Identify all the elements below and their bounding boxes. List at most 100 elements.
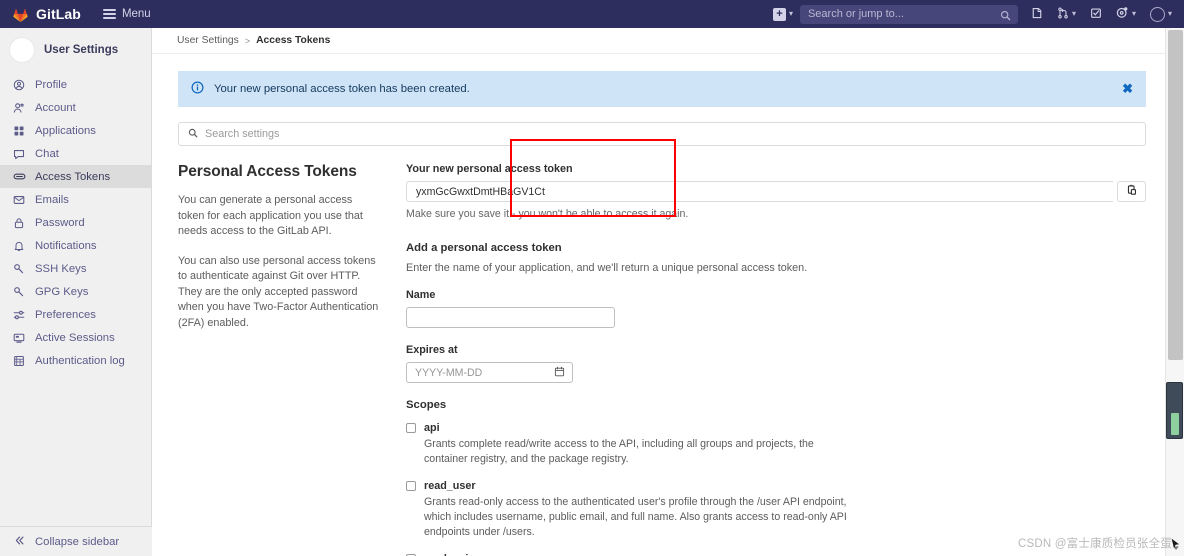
profile-icon [12, 79, 26, 91]
scope-header: read_user [406, 480, 1146, 492]
plus-icon: + [772, 7, 786, 21]
issues-button[interactable] [1024, 0, 1050, 28]
create-new-dropdown[interactable]: + ▾ [766, 0, 800, 28]
scope-header: api [406, 422, 1146, 434]
main-menu-button[interactable]: Menu [102, 8, 151, 20]
intro-paragraph-2: You can also use personal access tokens … [178, 254, 379, 329]
page-scrollbar-thumb[interactable] [1168, 30, 1183, 360]
sidebar-item-gpg-keys[interactable]: GPG Keys [0, 280, 151, 303]
scope-checkbox-api[interactable] [406, 423, 416, 433]
form-column: Your new personal access token yxmGcGwxt… [406, 163, 1146, 556]
monitor-icon [12, 332, 26, 344]
search-icon [1000, 8, 1011, 26]
search-input[interactable]: Search or jump to... [799, 4, 1018, 26]
new-token-section: Your new personal access token yxmGcGwxt… [406, 163, 1146, 220]
scope-item: api Grants complete read/write access to … [406, 422, 1146, 467]
two-column-layout: Personal Access Tokens You can generate … [152, 146, 1165, 556]
inner-scrollbar-thumb[interactable] [1166, 382, 1183, 439]
add-token-section: Add a personal access token Enter the na… [406, 242, 1146, 383]
info-icon [191, 81, 204, 97]
expires-at-field[interactable]: YYYY-MM-DD [406, 362, 573, 383]
breadcrumb-separator: > [244, 35, 251, 46]
chevron-double-left-icon [14, 535, 25, 549]
gitlab-logo-icon [12, 6, 29, 23]
sidebar-item-label: GPG Keys [35, 285, 89, 298]
sidebar-item-label: SSH Keys [35, 262, 87, 275]
sidebar-item-chat[interactable]: Chat [0, 142, 151, 165]
gitlab-brand[interactable]: GitLab [12, 6, 81, 23]
sidebar-item-access-tokens[interactable]: Access Tokens [0, 165, 151, 188]
scope-checkbox-read_user[interactable] [406, 481, 416, 491]
mouse-cursor-icon [1171, 536, 1180, 554]
help-dropdown[interactable]: ▾ [1109, 0, 1143, 28]
scopes-title: Scopes [406, 399, 447, 411]
sidebar-item-preferences[interactable]: Preferences [0, 303, 151, 326]
sidebar-item-account[interactable]: Account [0, 96, 151, 119]
collapse-sidebar-button[interactable]: Collapse sidebar [0, 526, 152, 556]
intro-column: Personal Access Tokens You can generate … [178, 163, 380, 556]
brand-name: GitLab [36, 6, 81, 22]
search-placeholder: Search or jump to... [807, 8, 904, 20]
scope-description: Grants read-only access to the authentic… [424, 496, 847, 538]
success-alert: Your new personal access token has been … [178, 71, 1146, 107]
sidebar-item-label: Applications [35, 124, 96, 137]
user-menu-dropdown[interactable]: ▾ [1143, 0, 1184, 28]
close-icon[interactable]: ✖ [1122, 81, 1133, 97]
sidebar-item-label: Profile [35, 78, 68, 91]
help-icon [1116, 6, 1129, 22]
scope-item: read_user Grants read-only access to the … [406, 480, 1146, 540]
sidebar-item-label: Password [35, 216, 85, 229]
add-token-title: Add a personal access token [406, 242, 562, 254]
sidebar-item-applications[interactable]: Applications [0, 119, 151, 142]
bell-icon [12, 240, 26, 252]
calendar-icon[interactable] [554, 364, 565, 382]
breadcrumb-parent[interactable]: User Settings [177, 35, 239, 46]
new-token-row: yxmGcGwxtDmtHBaGV1Ct [406, 181, 1146, 202]
page-scrollbar[interactable] [1165, 28, 1184, 556]
sidebar-item-authentication-log[interactable]: Authentication log [0, 349, 151, 372]
breadcrumb: User Settings > Access Tokens [152, 28, 1165, 54]
chevron-down-icon: ▾ [788, 9, 793, 18]
sidebar-item-label: Emails [35, 193, 69, 206]
todos-button[interactable] [1083, 0, 1109, 28]
sidebar-item-active-sessions[interactable]: Active Sessions [0, 326, 151, 349]
watermark-text: CSDN @富士康质检员张全蛋 [1018, 538, 1172, 550]
expires-at-label: Expires at [406, 344, 458, 356]
name-label: Name [406, 289, 436, 301]
new-token-value[interactable]: yxmGcGwxtDmtHBaGV1Ct [406, 181, 1113, 202]
copy-token-button[interactable] [1117, 181, 1146, 202]
user-avatar-icon [1149, 6, 1165, 22]
scope-name[interactable]: api [424, 422, 440, 434]
new-token-label: Your new personal access token [406, 163, 573, 175]
settings-search-input[interactable]: Search settings [178, 122, 1146, 146]
sidebar-item-label: Access Tokens [35, 170, 111, 183]
scope-name[interactable]: read_user [424, 480, 476, 492]
sidebar-item-label: Authentication log [35, 354, 125, 367]
sidebar-item-emails[interactable]: Emails [0, 188, 151, 211]
clipboard-icon [1126, 183, 1138, 201]
sidebar: User Settings Profile Account Applications… [0, 28, 152, 556]
sidebar-item-notifications[interactable]: Notifications [0, 234, 151, 257]
search-icon [188, 125, 198, 143]
merge-requests-icon [1057, 7, 1069, 22]
sidebar-item-ssh-keys[interactable]: SSH Keys [0, 257, 151, 280]
sidebar-item-profile[interactable]: Profile [0, 73, 151, 96]
menu-label: Menu [121, 8, 151, 20]
intro-paragraph-1: You can generate a personal access token… [178, 194, 363, 237]
account-icon [12, 102, 26, 114]
key-icon [12, 286, 26, 298]
applications-icon [12, 125, 26, 137]
preferences-icon [12, 309, 26, 321]
expires-at-placeholder: YYYY-MM-DD [415, 366, 483, 379]
top-nav-actions: + ▾ Search or jump to... ▾ ▾ ▾ [766, 0, 1184, 28]
chat-icon [12, 148, 26, 160]
merge-requests-dropdown[interactable]: ▾ [1050, 0, 1083, 28]
sidebar-item-password[interactable]: Password [0, 211, 151, 234]
name-field[interactable] [406, 307, 615, 328]
page-content: User Settings > Access Tokens Your new p… [152, 28, 1165, 556]
email-icon [12, 194, 26, 206]
breadcrumb-current: Access Tokens [256, 35, 331, 46]
add-token-description: Enter the name of your application, and … [406, 262, 808, 274]
sidebar-nav-list: Profile Account Applications Chat Access Tok… [0, 73, 151, 372]
lock-icon [12, 217, 26, 229]
